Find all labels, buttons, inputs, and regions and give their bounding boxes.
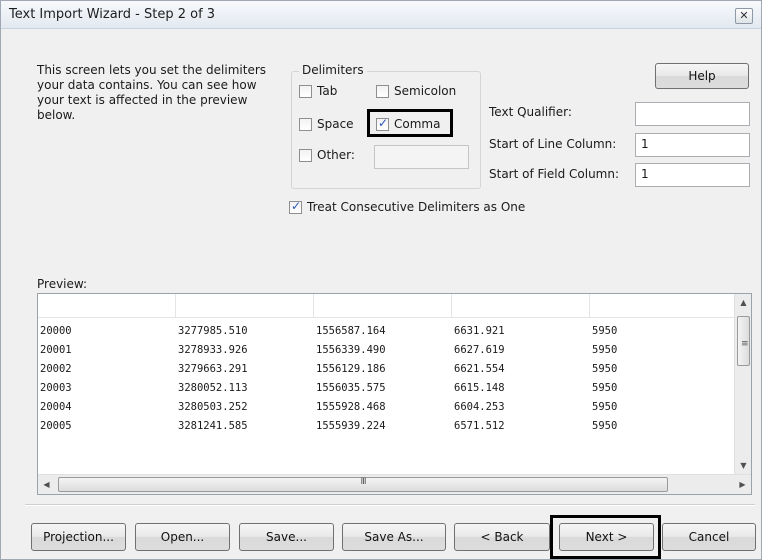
grip-icon: III <box>360 477 367 487</box>
tab-checkbox-box[interactable] <box>299 84 312 98</box>
title-bar: Text Import Wizard - Step 2 of 3 ✕ <box>1 1 761 29</box>
other-checkbox-box[interactable] <box>299 148 312 162</box>
delimiters-legend: Delimiters <box>299 63 367 77</box>
preview-vertical-scrollbar[interactable]: ▲ ≡ ▼ <box>734 294 751 474</box>
start-field-column-input[interactable]: 1 <box>635 163 750 187</box>
grip-icon: ≡ <box>741 339 749 349</box>
preview-cell: 3277985.510 <box>178 325 248 337</box>
other-checkbox-label: Other: <box>317 148 355 162</box>
projection-button[interactable]: Projection... <box>31 523 126 551</box>
back-button[interactable]: < Back <box>454 523 550 551</box>
preview-cell: 3279663.291 <box>178 363 248 375</box>
horizontal-scroll-thumb[interactable]: III <box>58 477 668 492</box>
next-highlight-box <box>550 515 661 559</box>
start-line-column-label: Start of Line Column: <box>489 137 617 151</box>
semicolon-checkbox-label: Semicolon <box>394 84 457 98</box>
preview-column-header[interactable] <box>176 294 314 318</box>
preview-cell: 5950 <box>592 382 618 394</box>
preview-horizontal-scrollbar[interactable]: ◀ III ▶ <box>38 474 751 494</box>
preview-cell: 20005 <box>40 420 72 432</box>
text-qualifier-input[interactable] <box>635 102 750 126</box>
preview-cell: 20001 <box>40 344 72 356</box>
text-qualifier-label: Text Qualifier: <box>489 105 572 119</box>
preview-label: Preview: <box>37 277 88 291</box>
preview-column-header[interactable] <box>38 294 176 318</box>
intro-text: This screen lets you set the delimiters … <box>37 63 267 122</box>
vertical-scroll-thumb[interactable]: ≡ <box>737 316 750 366</box>
preview-cell: 6627.619 <box>454 344 505 356</box>
preview-cell: 5950 <box>592 401 618 413</box>
save-as-button[interactable]: Save As... <box>342 523 446 551</box>
space-checkbox-label: Space <box>317 117 354 131</box>
footer-separator <box>25 504 755 506</box>
preview-cell: 1556587.164 <box>316 325 386 337</box>
scroll-down-icon[interactable]: ▼ <box>735 457 752 474</box>
preview-cell: 3280503.252 <box>178 401 248 413</box>
treat-consecutive-label: Treat Consecutive Delimiters as One <box>307 200 526 214</box>
preview-cell: 5950 <box>592 325 618 337</box>
preview-cell: 6571.512 <box>454 420 505 432</box>
preview-cell: 3281241.585 <box>178 420 248 432</box>
help-button[interactable]: Help <box>655 63 749 89</box>
space-checkbox-box[interactable] <box>299 117 312 131</box>
preview-cell: 20002 <box>40 363 72 375</box>
scroll-left-icon[interactable]: ◀ <box>38 475 55 494</box>
window-title: Text Import Wizard - Step 2 of 3 <box>9 7 216 22</box>
semicolon-checkbox-box[interactable] <box>376 84 389 98</box>
treat-consecutive-checkbox[interactable]: Treat Consecutive Delimiters as One <box>289 199 526 214</box>
preview-row: 20004 3280503.252 1555928.468 6604.253 5… <box>38 398 734 417</box>
save-button[interactable]: Save... <box>239 523 334 551</box>
space-checkbox[interactable]: Space <box>299 117 354 131</box>
preview-column-header[interactable] <box>314 294 452 318</box>
preview-row: 20005 3281241.585 1555939.224 6571.512 5… <box>38 417 734 436</box>
preview-row: 20000 3277985.510 1556587.164 6631.921 5… <box>38 322 734 341</box>
preview-cell: 20000 <box>40 325 72 337</box>
preview-cell: 1555928.468 <box>316 401 386 413</box>
preview-cell: 1556129.186 <box>316 363 386 375</box>
preview-header <box>38 294 734 318</box>
preview-cell: 3280052.113 <box>178 382 248 394</box>
text-import-wizard-dialog: Text Import Wizard - Step 2 of 3 ✕ This … <box>0 0 762 560</box>
open-button[interactable]: Open... <box>135 523 230 551</box>
tab-checkbox[interactable]: Tab <box>299 84 337 98</box>
preview-cell: 1556339.490 <box>316 344 386 356</box>
preview-row: 20003 3280052.113 1556035.575 6615.148 5… <box>38 379 734 398</box>
preview-cell: 5950 <box>592 363 618 375</box>
preview-column-header[interactable] <box>590 294 734 318</box>
preview-cell: 5950 <box>592 420 618 432</box>
preview-row: 20001 3278933.926 1556339.490 6627.619 5… <box>38 341 734 360</box>
preview-cell: 3278933.926 <box>178 344 248 356</box>
preview-cell: 1555939.224 <box>316 420 386 432</box>
start-field-column-label: Start of Field Column: <box>489 167 620 181</box>
close-icon[interactable]: ✕ <box>735 8 753 24</box>
cancel-button[interactable]: Cancel <box>662 523 756 551</box>
other-checkbox[interactable]: Other: <box>299 148 355 162</box>
preview-grid[interactable]: 20000 3277985.510 1556587.164 6631.921 5… <box>37 293 752 495</box>
preview-rows: 20000 3277985.510 1556587.164 6631.921 5… <box>38 322 734 436</box>
treat-consecutive-checkbox-box[interactable] <box>289 199 302 214</box>
preview-cell: 1556035.575 <box>316 382 386 394</box>
comma-highlight-box <box>367 109 453 137</box>
semicolon-checkbox[interactable]: Semicolon <box>376 84 456 98</box>
start-line-column-input[interactable]: 1 <box>635 133 750 157</box>
preview-cell: 20004 <box>40 401 72 413</box>
tab-checkbox-label: Tab <box>317 84 338 98</box>
preview-cell: 5950 <box>592 344 618 356</box>
scroll-up-icon[interactable]: ▲ <box>735 294 752 311</box>
scroll-right-icon[interactable]: ▶ <box>734 475 751 494</box>
preview-cell: 6631.921 <box>454 325 505 337</box>
preview-cell: 6615.148 <box>454 382 505 394</box>
preview-cell: 20003 <box>40 382 72 394</box>
preview-column-header[interactable] <box>452 294 590 318</box>
preview-cell: 6621.554 <box>454 363 505 375</box>
preview-row: 20002 3279663.291 1556129.186 6621.554 5… <box>38 360 734 379</box>
other-delimiter-input[interactable] <box>374 145 469 169</box>
preview-cell: 6604.253 <box>454 401 505 413</box>
